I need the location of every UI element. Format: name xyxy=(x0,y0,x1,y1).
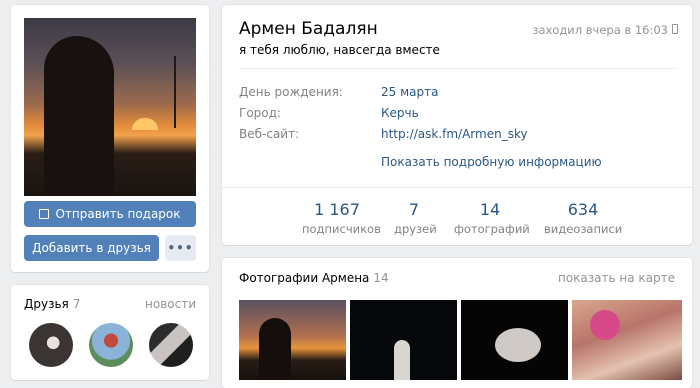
photos-title: Фотографии Армена xyxy=(239,271,370,285)
add-friend-label: Добавить в друзья xyxy=(32,241,151,255)
photos-header[interactable]: Фотографии Армена 14 xyxy=(239,271,389,285)
counter-value: 1 167 xyxy=(314,200,360,219)
friend-avatar[interactable] xyxy=(149,323,193,367)
add-friend-button[interactable]: Добавить в друзья xyxy=(24,235,159,261)
counter-label: друзей xyxy=(394,222,437,236)
friends-title: Друзья xyxy=(24,297,69,311)
birthday-label: День рождения: xyxy=(239,85,343,99)
photo-subject xyxy=(590,310,620,340)
photo-subject xyxy=(259,318,291,380)
counter-value: 7 xyxy=(408,200,420,219)
counter-label: фотографий xyxy=(454,222,530,236)
photo-thumbnail[interactable] xyxy=(239,300,346,380)
photos-block: Фотографии Армена 14 показать на карте xyxy=(222,258,692,388)
show-full-info-link[interactable]: Показать подробную информацию xyxy=(381,155,602,169)
mobile-phone-icon xyxy=(672,24,678,34)
photo-subject xyxy=(394,340,410,380)
person-silhouette xyxy=(44,36,114,196)
counter-value: 634 xyxy=(567,200,599,219)
city-label: Город: xyxy=(239,106,281,120)
show-on-map-link[interactable]: показать на карте xyxy=(558,271,675,285)
friends-block: Друзья 7 новости xyxy=(11,285,209,380)
friends-news-link[interactable]: новости xyxy=(145,297,196,311)
divider xyxy=(222,187,692,188)
avatar-card: Отправить подарок Добавить в друзья ••• xyxy=(11,5,209,272)
divider xyxy=(239,68,675,69)
photos-count: 14 xyxy=(373,271,389,285)
photo-thumbnail[interactable] xyxy=(572,300,682,380)
counter-label: видеозаписи xyxy=(544,222,623,236)
sunset-sun xyxy=(132,118,158,130)
profile-name: Армен Бадалян xyxy=(239,19,378,39)
photo-subject xyxy=(495,328,541,362)
last-seen-text: заходил вчера в 16:03 xyxy=(532,23,668,37)
friends-header[interactable]: Друзья 7 xyxy=(24,297,80,311)
photo-thumbnail[interactable] xyxy=(350,300,457,380)
profile-status[interactable]: я тебя люблю, навсегда вместе xyxy=(239,43,440,57)
counter-videos[interactable]: 634 видеозаписи xyxy=(544,200,622,236)
more-actions-button[interactable]: ••• xyxy=(165,235,196,261)
website-link[interactable]: http://ask.fm/Armen_sky xyxy=(381,127,528,141)
counter-photos[interactable]: 14 фотографий xyxy=(454,200,530,236)
counter-subscribers[interactable]: 1 167 подписчиков xyxy=(302,200,381,236)
friend-avatar[interactable] xyxy=(29,323,73,367)
website-label: Веб-сайт: xyxy=(239,127,300,141)
friend-avatar[interactable] xyxy=(89,323,133,367)
gift-icon xyxy=(39,209,50,219)
power-pole xyxy=(174,56,176,128)
profile-photo[interactable] xyxy=(24,18,196,196)
send-gift-button[interactable]: Отправить подарок xyxy=(24,201,196,227)
photo-thumbnail[interactable] xyxy=(461,300,568,380)
send-gift-label: Отправить подарок xyxy=(55,207,181,221)
friends-count: 7 xyxy=(72,297,81,311)
more-dots-icon: ••• xyxy=(167,241,194,255)
profile-info-card: Армен Бадалян я тебя люблю, навсегда вме… xyxy=(222,5,692,245)
counter-friends[interactable]: 7 друзей xyxy=(394,200,437,236)
city-value[interactable]: Керчь xyxy=(381,106,419,120)
birthday-value[interactable]: 25 марта xyxy=(381,85,438,99)
counter-value: 14 xyxy=(479,200,501,219)
counter-label: подписчиков xyxy=(302,222,381,236)
